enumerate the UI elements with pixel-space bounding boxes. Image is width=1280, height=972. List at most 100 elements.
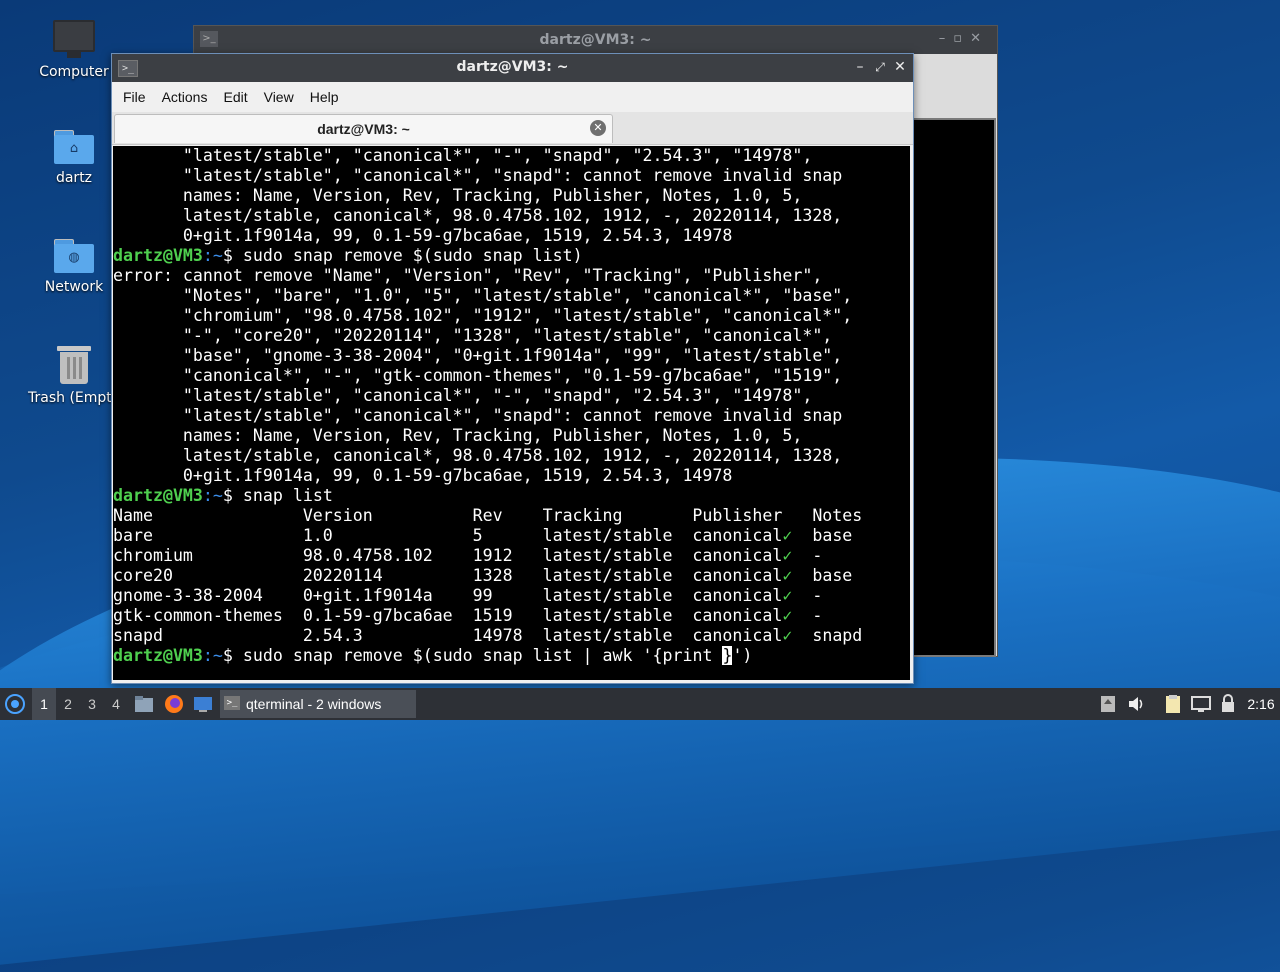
tray-lock[interactable] — [1220, 694, 1236, 714]
file-manager-launcher[interactable] — [134, 688, 156, 720]
update-notifier-icon — [1101, 696, 1115, 712]
terminal-line: "base", "gnome-3-38-2004", "0+git.1f9014… — [113, 346, 843, 365]
terminal-line: "chromium", "98.0.4758.102", "1912", "la… — [113, 306, 853, 325]
terminal-icon: >_ — [224, 696, 240, 710]
desktop-icon-label: dartz — [55, 170, 93, 186]
verified-check-icon: ✓ — [782, 606, 793, 625]
terminal-line: "latest/stable", "canonical*", "-", "sna… — [113, 386, 813, 405]
prompt-user: dartz@VM3 — [113, 486, 203, 505]
show-desktop-button[interactable] — [193, 688, 215, 720]
workspace-4[interactable]: 4 — [104, 688, 128, 720]
clock[interactable]: 2:16 — [1246, 688, 1276, 720]
terminal-line: latest/stable, canonical*, 98.0.4758.102… — [113, 446, 843, 465]
network-folder-icon: ◍ — [54, 239, 94, 273]
close-tab-icon[interactable]: ✕ — [590, 120, 606, 136]
lubuntu-logo-icon — [5, 694, 25, 714]
snap-row-notes: snapd — [792, 626, 863, 645]
snap-table-header: Name Version Rev Tracking Publisher Note… — [113, 506, 863, 525]
clipboard-icon — [1166, 695, 1180, 713]
menu-actions[interactable]: Actions — [154, 89, 216, 105]
home-folder-icon: ⌂ — [54, 130, 94, 164]
terminal-line: latest/stable, canonical*, 98.0.4758.102… — [113, 206, 843, 225]
desktop-icon-trash[interactable]: Trash (Empty) — [28, 346, 126, 406]
workspace-2[interactable]: 2 — [56, 688, 80, 720]
window-titlebar[interactable]: >_ dartz@VM3: ~ – ⤢ ✕ — [112, 54, 913, 82]
tray-network[interactable] — [1190, 694, 1212, 714]
maximize-button[interactable]: ⤢ — [871, 58, 889, 76]
prompt-user: dartz@VM3 — [113, 246, 203, 265]
snap-row-text: bare 1.0 5 latest/stable canonical — [113, 526, 783, 545]
taskbar: 1 2 3 4 >_ qterminal - 2 windows 2:16 — [0, 688, 1280, 720]
prompt-path: :~ — [202, 646, 223, 665]
snap-row-text: gtk-common-themes 0.1-59-g7bca6ae 1519 l… — [113, 606, 783, 625]
firefox-launcher[interactable] — [164, 688, 186, 720]
start-menu-button[interactable] — [4, 688, 28, 720]
prompt-sign: $ — [222, 246, 243, 265]
window-controls[interactable]: –▫✕ — [939, 31, 989, 46]
desktop-icon-network[interactable]: ◍ Network — [28, 239, 120, 295]
prompt-sign: $ — [222, 646, 243, 665]
terminal-window[interactable]: >_ dartz@VM3: ~ – ⤢ ✕ File Actions Edit … — [111, 53, 914, 684]
minimize-button[interactable]: – — [851, 58, 869, 76]
snap-table-row: bare 1.0 5 latest/stable canonical✓ base — [113, 526, 910, 546]
verified-check-icon: ✓ — [782, 526, 793, 545]
prompt-line: dartz@VM3:~$ snap list — [113, 486, 910, 506]
verified-check-icon: ✓ — [782, 586, 793, 605]
snap-table-row: gtk-common-themes 0.1-59-g7bca6ae 1519 l… — [113, 606, 910, 626]
taskbar-task-qterminal[interactable]: >_ qterminal - 2 windows — [220, 690, 416, 718]
background-window-titlebar[interactable]: >_ dartz@VM3: ~ –▫✕ — [194, 26, 997, 54]
command-input-text: sudo snap remove $(sudo snap list | awk … — [242, 646, 723, 665]
menu-help[interactable]: Help — [302, 89, 347, 105]
menu-edit[interactable]: Edit — [215, 89, 255, 105]
snap-row-notes: - — [792, 546, 823, 565]
workspace-1[interactable]: 1 — [32, 688, 56, 720]
task-label: qterminal - 2 windows — [246, 696, 382, 712]
prompt-sign: $ — [222, 486, 243, 505]
background-terminal-area[interactable] — [912, 118, 996, 657]
text-cursor: } — [722, 646, 733, 665]
verified-check-icon: ✓ — [782, 626, 793, 645]
terminal-line: names: Name, Version, Rev, Tracking, Pub… — [113, 426, 803, 445]
tray-volume[interactable] — [1127, 694, 1145, 714]
menubar: File Actions Edit View Help — [112, 82, 913, 112]
terminal-line: 0+git.1f9014a, 99, 0.1-59-g7bca6ae, 1519… — [113, 466, 733, 485]
snap-row-text: snapd 2.54.3 14978 latest/stable canonic… — [113, 626, 783, 645]
snap-row-notes: - — [792, 606, 823, 625]
command-text: snap list — [242, 486, 333, 505]
terminal-line: "latest/stable", "canonical*", "snapd": … — [113, 406, 843, 425]
tray-updates[interactable] — [1100, 694, 1116, 714]
snap-table-row: gnome-3-38-2004 0+git.1f9014a 99 latest/… — [113, 586, 910, 606]
tab-bar: dartz@VM3: ~ ✕ — [112, 112, 913, 145]
workspace-3[interactable]: 3 — [80, 688, 104, 720]
terminal-line: error: cannot remove "Name", "Version", … — [113, 266, 823, 285]
firefox-icon — [165, 695, 183, 713]
tray-clipboard[interactable] — [1163, 694, 1183, 714]
prompt-line-current[interactable]: dartz@VM3:~$ sudo snap remove $(sudo sna… — [113, 646, 910, 666]
snap-table-row: snapd 2.54.3 14978 latest/stable canonic… — [113, 626, 910, 646]
volume-icon — [1129, 697, 1143, 711]
file-manager-icon — [135, 696, 153, 712]
close-button[interactable]: ✕ — [891, 58, 909, 76]
desktop-icon-label: Computer — [39, 64, 109, 80]
menu-file[interactable]: File — [115, 89, 154, 105]
prompt-line: dartz@VM3:~$ sudo snap remove $(sudo sna… — [113, 246, 910, 266]
desktop-icon-computer[interactable]: Computer — [28, 20, 120, 80]
terminal-line: "canonical*", "-", "gtk-common-themes", … — [113, 366, 843, 385]
menu-view[interactable]: View — [256, 89, 302, 105]
terminal-line: 0+git.1f9014a, 99, 0.1-59-g7bca6ae, 1519… — [113, 226, 733, 245]
background-window-title: dartz@VM3: ~ — [539, 32, 652, 48]
desktop-icon-home[interactable]: ⌂ dartz — [28, 130, 120, 186]
command-text: sudo snap remove $(sudo snap list) — [242, 246, 583, 265]
snap-row-text: chromium 98.0.4758.102 1912 latest/stabl… — [113, 546, 783, 565]
snap-row-text: core20 20220114 1328 latest/stable canon… — [113, 566, 783, 585]
terminal-line: "-", "core20", "20220114", "1328", "late… — [113, 326, 833, 345]
snap-table-row: chromium 98.0.4758.102 1912 latest/stabl… — [113, 546, 910, 566]
network-icon — [1191, 696, 1211, 712]
terminal-line: "Notes", "bare", "1.0", "5", "latest/sta… — [113, 286, 853, 305]
terminal-tab[interactable]: dartz@VM3: ~ ✕ — [114, 114, 613, 143]
terminal-output[interactable]: "latest/stable", "canonical*", "-", "sna… — [113, 146, 910, 680]
desktop-icon — [194, 697, 212, 712]
snap-row-text: gnome-3-38-2004 0+git.1f9014a 99 latest/… — [113, 586, 783, 605]
verified-check-icon: ✓ — [782, 546, 793, 565]
terminal-line: names: Name, Version, Rev, Tracking, Pub… — [113, 186, 803, 205]
